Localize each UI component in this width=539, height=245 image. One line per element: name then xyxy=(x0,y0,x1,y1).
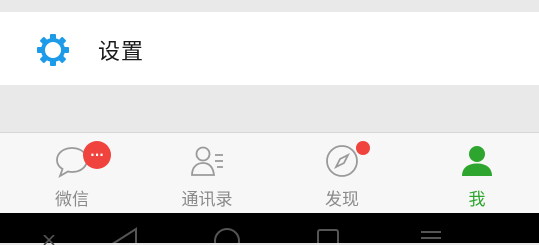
tab-contacts[interactable]: 通讯录 xyxy=(157,133,257,214)
section-gap-top xyxy=(0,0,539,12)
bottom-tab-bar: 微信 ... 通讯录 发现 我 xyxy=(0,132,539,213)
tab-discover[interactable]: 发现 xyxy=(292,133,392,214)
settings-label: 设置 xyxy=(98,40,145,65)
system-nav-bar xyxy=(0,213,539,245)
dismiss-icon[interactable] xyxy=(42,235,56,245)
person-icon xyxy=(462,146,492,176)
recents-icon[interactable] xyxy=(315,227,341,243)
unread-badge: ... xyxy=(83,141,111,169)
discover-dot xyxy=(356,141,370,155)
tab-label: 发现 xyxy=(325,190,359,210)
menu-icon[interactable] xyxy=(420,229,442,243)
contacts-icon xyxy=(191,146,223,176)
section-gap xyxy=(0,85,539,132)
tab-label: 通讯录 xyxy=(181,190,233,210)
tab-label: 我 xyxy=(468,190,486,210)
compass-icon xyxy=(326,145,358,177)
tab-me[interactable]: 我 xyxy=(427,133,527,214)
settings-row[interactable]: 设置 xyxy=(0,12,539,85)
tab-label: 微信 xyxy=(55,190,89,210)
home-icon[interactable] xyxy=(212,226,242,243)
gear-icon xyxy=(37,34,69,66)
tab-chats[interactable]: 微信 ... xyxy=(22,133,122,214)
back-icon[interactable] xyxy=(110,227,138,243)
